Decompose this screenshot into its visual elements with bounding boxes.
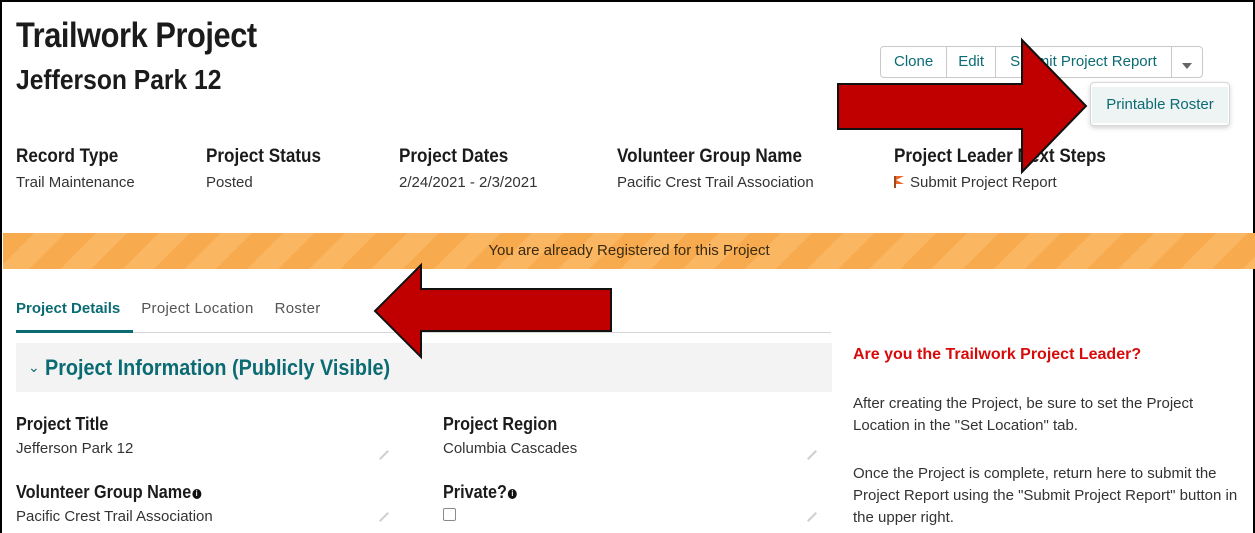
field-value: Columbia Cascades [443, 440, 578, 457]
highlight-value: Posted [206, 174, 253, 191]
field-private: Private? i [443, 482, 525, 526]
clone-button[interactable]: Clone [881, 47, 948, 77]
highlight-value: Pacific Crest Trail Association [617, 174, 814, 191]
flag-icon [894, 176, 905, 188]
highlight-volunteer-group: Volunteer Group Name Pacific Crest Trail… [617, 146, 823, 191]
action-button-group: Clone Edit Submit Project Report [880, 46, 1203, 78]
tab-project-location[interactable]: Project Location [141, 300, 253, 325]
field-label: Private? i [443, 482, 517, 503]
section-header-project-information[interactable]: ⌄ Project Information (Publicly Visible) [16, 343, 832, 392]
field-label: Project Title [16, 414, 109, 434]
field-project-region: Project Region Columbia Cascades [443, 414, 577, 457]
highlight-value: Trail Maintenance [16, 174, 135, 191]
section-title: Project Information (Publicly Visible) [45, 355, 391, 380]
leader-help-paragraph: After creating the Project, be sure to s… [853, 395, 1194, 434]
field-project-title: Project Title Jefferson Park 12 [16, 414, 133, 457]
highlight-next-steps: Project Leader Next Steps Submit Project… [894, 146, 1129, 191]
highlight-project-status: Project Status Posted [206, 146, 334, 191]
edit-button[interactable]: Edit [947, 47, 997, 77]
more-actions-menu: Printable Roster [1090, 82, 1230, 126]
field-label: Project Region [443, 414, 558, 434]
next-step-link[interactable]: Submit Project Report [910, 174, 1057, 191]
active-tab-indicator [16, 330, 133, 333]
record-type-title: Trailwork Project [16, 16, 257, 55]
field-value: Jefferson Park 12 [16, 440, 134, 457]
chevron-down-icon [1181, 63, 1192, 69]
leader-help-paragraph: Once the Project is complete, return her… [853, 465, 1238, 526]
private-checkbox[interactable] [443, 508, 456, 521]
record-tabs: Project Details Project Location Roster [16, 300, 342, 325]
leader-help-title: Are you the Trailwork Project Leader? [853, 346, 1142, 363]
tab-project-details[interactable]: Project Details [16, 300, 120, 325]
submit-project-report-button[interactable]: Submit Project Report [996, 47, 1172, 77]
highlight-label: Project Dates [399, 146, 509, 167]
highlight-project-dates: Project Dates 2/24/2021 - 2/3/2021 [399, 146, 537, 191]
field-label: Volunteer Group Name i [16, 482, 202, 503]
highlight-value: 2/24/2021 - 2/3/2021 [399, 174, 538, 191]
tab-bar-divider [16, 332, 831, 333]
chevron-down-icon: ⌄ [28, 359, 40, 375]
tab-roster[interactable]: Roster [275, 300, 321, 325]
info-icon[interactable]: i [507, 489, 517, 499]
field-volunteer-group: Volunteer Group Name i Pacific Crest Trai… [16, 482, 222, 525]
highlight-label: Volunteer Group Name [617, 146, 802, 167]
registration-banner: You are already Registered for this Proj… [3, 233, 1255, 269]
more-actions-button[interactable] [1172, 47, 1202, 77]
info-icon[interactable]: i [192, 489, 202, 499]
menu-item-printable-roster[interactable]: Printable Roster [1092, 87, 1228, 123]
highlight-label: Record Type [16, 146, 119, 167]
field-value: Pacific Crest Trail Association [16, 508, 213, 525]
record-name-title: Jefferson Park 12 [16, 64, 222, 95]
highlight-label: Project Leader Next Steps [894, 146, 1106, 167]
highlight-record-type: Record Type Trail Maintenance [16, 146, 135, 191]
highlight-label: Project Status [206, 146, 321, 167]
highlight-value[interactable]: Submit Project Report [894, 174, 1129, 191]
